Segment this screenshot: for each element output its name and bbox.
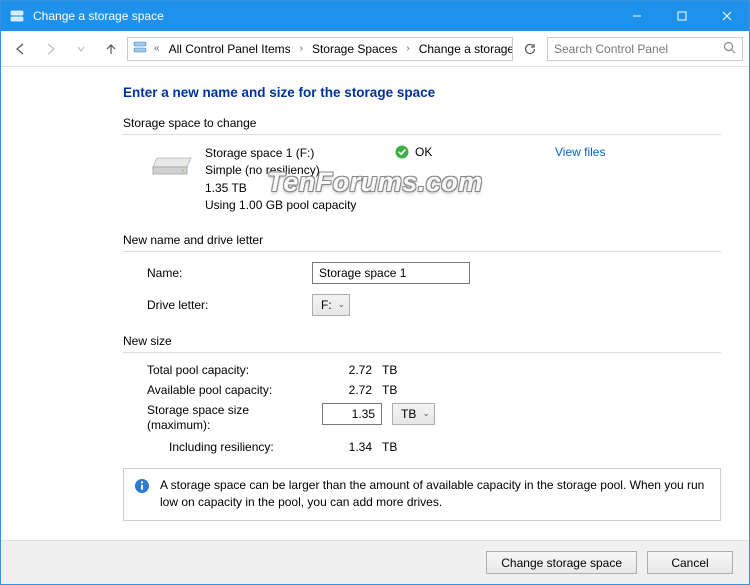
refresh-button[interactable] [519, 38, 541, 60]
available-pool-label: Available pool capacity: [147, 383, 312, 397]
forward-button[interactable] [37, 35, 65, 63]
section-new-size: New size [123, 334, 721, 348]
titlebar: Change a storage space [1, 1, 749, 31]
storage-type-line: Simple (no resiliency) [205, 162, 395, 179]
breadcrumb[interactable]: « All Control Panel Items › Storage Spac… [127, 37, 513, 61]
drive-letter-dropdown[interactable]: F: ⌄ [312, 294, 350, 316]
footer: Change storage space Cancel [1, 540, 749, 584]
divider [123, 352, 721, 353]
total-pool-label: Total pool capacity: [147, 363, 312, 377]
close-button[interactable] [704, 1, 749, 31]
storage-spaces-app-icon [9, 8, 25, 24]
size-label: Storage space size (maximum): [147, 403, 312, 434]
status-text: OK [415, 145, 432, 159]
cancel-button[interactable]: Cancel [647, 551, 733, 574]
total-pool-unit: TB [382, 363, 437, 377]
section-storage-to-change: Storage space to change [123, 116, 721, 130]
resiliency-row: Including resiliency: 1.34 TB [147, 440, 721, 454]
window: Change a storage space « All Control Pan… [0, 0, 750, 585]
search-placeholder: Search Control Panel [554, 42, 668, 56]
storage-summary-row: Storage space 1 (F:) Simple (no resilien… [147, 145, 721, 215]
drive-letter-label: Drive letter: [147, 298, 312, 312]
available-pool-value: 2.72 [312, 383, 382, 397]
drive-icon [147, 145, 193, 179]
maximize-button[interactable] [659, 1, 704, 31]
breadcrumb-segment[interactable]: Storage Spaces [309, 39, 400, 59]
total-pool-value: 2.72 [312, 363, 382, 377]
chevron-right-icon: › [404, 43, 411, 54]
window-title: Change a storage space [33, 9, 614, 23]
drive-letter-row: Drive letter: F: ⌄ [147, 294, 721, 316]
resiliency-unit: TB [382, 440, 437, 454]
page-title: Enter a new name and size for the storag… [123, 85, 721, 100]
chevron-left-double-icon[interactable]: « [152, 43, 162, 54]
info-text: A storage space can be larger than the a… [160, 477, 710, 512]
minimize-button[interactable] [614, 1, 659, 31]
section-name-letter: New name and drive letter [123, 233, 721, 247]
divider [123, 251, 721, 252]
storage-spaces-location-icon [132, 39, 148, 58]
up-button[interactable] [97, 35, 125, 63]
chevron-down-icon: ⌄ [422, 408, 430, 419]
storage-name-line: Storage space 1 (F:) [205, 145, 395, 162]
search-input[interactable]: Search Control Panel [547, 37, 743, 61]
storage-size-line: 1.35 TB [205, 180, 395, 197]
available-pool-unit: TB [382, 383, 437, 397]
storage-status: OK [395, 145, 525, 215]
chevron-down-icon: ⌄ [338, 299, 346, 310]
divider [123, 134, 721, 135]
name-input[interactable] [312, 262, 470, 284]
drive-letter-value: F: [321, 298, 332, 312]
total-pool-row: Total pool capacity: 2.72 TB [147, 363, 721, 377]
recent-dropdown-icon[interactable] [67, 35, 95, 63]
storage-details: Storage space 1 (F:) Simple (no resilien… [205, 145, 395, 215]
content-area: TenForums.com Enter a new name and size … [1, 67, 749, 540]
info-box: A storage space can be larger than the a… [123, 468, 721, 521]
search-icon [723, 41, 736, 57]
available-pool-row: Available pool capacity: 2.72 TB [147, 383, 721, 397]
chevron-right-icon: › [298, 43, 305, 54]
change-storage-space-button[interactable]: Change storage space [486, 551, 637, 574]
back-button[interactable] [7, 35, 35, 63]
resiliency-label: Including resiliency: [147, 440, 312, 454]
breadcrumb-segment[interactable]: Change a storage space [416, 39, 513, 59]
resiliency-value: 1.34 [312, 440, 382, 454]
storage-using-line: Using 1.00 GB pool capacity [205, 197, 395, 214]
info-icon [134, 478, 150, 494]
name-label: Name: [147, 266, 312, 280]
ok-check-icon [395, 145, 409, 159]
name-row: Name: [147, 262, 721, 284]
size-unit-value: TB [401, 407, 416, 421]
size-row: Storage space size (maximum): TB ⌄ [147, 403, 721, 434]
breadcrumb-segment[interactable]: All Control Panel Items [166, 39, 294, 59]
size-input[interactable] [322, 403, 382, 425]
nav-row: « All Control Panel Items › Storage Spac… [1, 31, 749, 67]
view-files-link[interactable]: View files [555, 145, 605, 159]
size-unit-dropdown[interactable]: TB ⌄ [392, 403, 435, 425]
